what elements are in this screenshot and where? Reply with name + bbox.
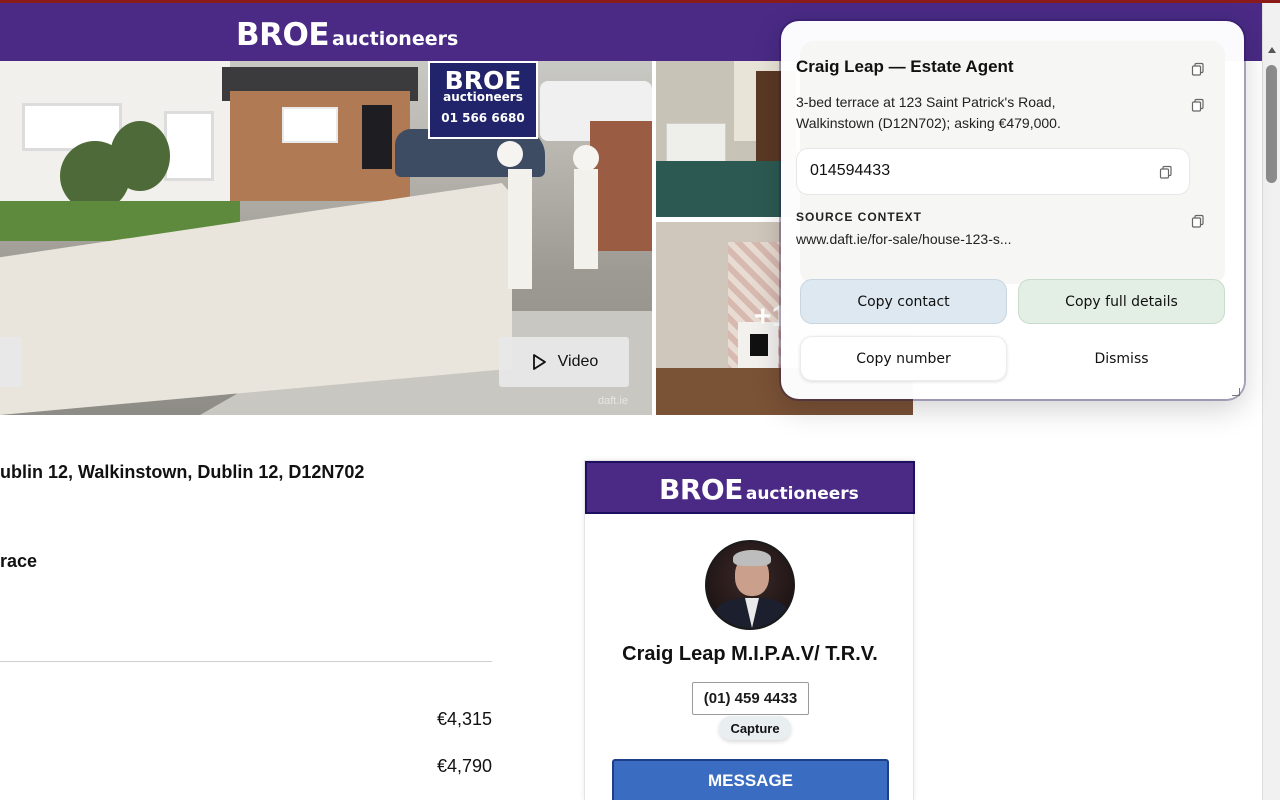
gate-pillar: [574, 169, 598, 269]
popup-phone-value: 014594433: [810, 162, 891, 179]
agent-card-logo: BROE auctioneers: [659, 473, 859, 506]
pillar-cap: [497, 141, 523, 167]
copy-icon[interactable]: [1191, 98, 1205, 112]
logo-sub: auctioneers: [332, 28, 459, 50]
scroll-thumb[interactable]: [1266, 65, 1277, 183]
page-scrollbar[interactable]: [1262, 3, 1280, 800]
extension-window: [282, 107, 338, 143]
photo-gallery: BROE auctioneers 01 566 6680 Video daft.…: [0, 61, 913, 415]
popup-description: 3-bed terrace at 123 Saint Patrick's Roa…: [796, 94, 1061, 131]
agent-avatar: [705, 540, 795, 630]
agent-logo-brand: BROE: [659, 473, 743, 506]
copy-icon[interactable]: [1191, 214, 1205, 228]
sign-phone: 01 566 6680: [441, 111, 525, 125]
agent-card-header: BROE auctioneers: [585, 461, 915, 514]
listing-address: ublin 12, Walkinstown, Dublin 12, D12N70…: [0, 462, 365, 482]
price-row: €4,315: [436, 709, 492, 729]
section-divider: [0, 661, 492, 662]
copy-icon[interactable]: [1159, 165, 1173, 179]
gallery-left-button[interactable]: [0, 337, 22, 387]
main-photo[interactable]: BROE auctioneers 01 566 6680 Video daft.…: [0, 61, 652, 415]
fireplace-opening: [750, 334, 768, 356]
house-door: [164, 111, 214, 181]
pillar-cap: [573, 145, 599, 171]
for-sale-sign: BROE auctioneers 01 566 6680: [428, 61, 538, 139]
property-type: race: [0, 551, 38, 571]
hedge: [110, 121, 170, 191]
source-context-url: www.daft.ie/for-sale/house-123-s...: [796, 231, 1012, 247]
window-top-border: [0, 0, 1280, 3]
copy-full-details-button[interactable]: Copy full details: [1018, 279, 1225, 324]
price-row: €4,790: [436, 756, 492, 776]
agent-card: BROE auctioneers Craig Leap M.I.P.A.V/ T.…: [584, 460, 915, 800]
copy-number-button[interactable]: Copy number: [800, 336, 1007, 381]
video-label: Video: [557, 353, 599, 370]
avatar-hair: [733, 550, 771, 566]
copy-icon[interactable]: [1191, 62, 1205, 76]
popup-phone-field[interactable]: 014594433: [796, 148, 1190, 195]
daft-watermark: daft.ie: [598, 395, 628, 407]
agent-logo-sub: auctioneers: [745, 484, 859, 504]
extension-door: [362, 105, 392, 169]
broe-logo[interactable]: BROE auctioneers: [236, 17, 458, 53]
gate-pillar: [508, 169, 532, 289]
dismiss-button[interactable]: Dismiss: [1018, 336, 1225, 381]
capture-button[interactable]: Capture: [719, 716, 791, 740]
popup-title: Craig Leap — Estate Agent: [796, 57, 1014, 76]
play-icon: [532, 354, 546, 370]
copy-contact-button[interactable]: Copy contact: [800, 279, 1007, 324]
contact-capture-popup: Craig Leap — Estate Agent 3-bed terrace …: [781, 21, 1244, 399]
brick-pillar: [590, 121, 652, 251]
message-button[interactable]: MESSAGE: [612, 759, 889, 800]
source-context-label: SOURCE CONTEXT: [796, 210, 923, 224]
logo-brand: BROE: [236, 17, 330, 53]
resize-grip[interactable]: [1232, 388, 1240, 396]
scroll-up-arrow[interactable]: [1268, 47, 1276, 53]
agent-name: Craig Leap M.I.P.A.V/ T.R.V.: [622, 643, 878, 665]
radiator: [666, 123, 726, 165]
agent-phone[interactable]: (01) 459 4433: [692, 682, 809, 715]
video-button[interactable]: Video: [499, 337, 629, 387]
sign-sub: auctioneers: [443, 90, 523, 104]
